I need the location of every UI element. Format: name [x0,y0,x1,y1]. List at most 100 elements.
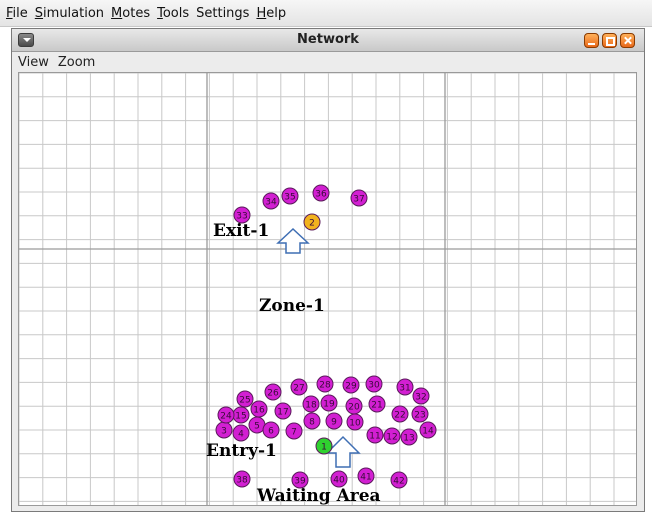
mote-29[interactable]: 29 [342,376,360,394]
mote-19[interactable]: 19 [320,394,338,412]
mote-id-label: 1 [321,443,327,453]
mote-id-label: 17 [277,408,288,418]
mote-36[interactable]: 36 [312,184,330,202]
mote-25[interactable]: 25 [236,390,254,408]
mote-31[interactable]: 31 [396,378,414,396]
entry-arrow-icon [325,435,361,468]
mote-17[interactable]: 17 [274,402,292,420]
network-canvas[interactable]: Exit-1 Zone-1 Entry-1 Waiting Area 2 33 34… [18,72,637,506]
mote-15[interactable]: 15 [232,406,250,424]
mote-id-label: 25 [239,396,250,406]
mote-id-label: 32 [415,393,426,403]
mote-id-label: 8 [309,418,315,428]
mote-10[interactable]: 10 [346,413,364,431]
mote-4[interactable]: 4 [232,424,250,442]
mote-23[interactable]: 23 [411,405,429,423]
mote-id-label: 15 [235,412,246,422]
mote-3[interactable]: 3 [215,421,233,439]
mote-11[interactable]: 11 [366,426,384,444]
mote-id-label: 41 [360,473,371,483]
mote-id-label: 38 [236,476,248,486]
maximize-button[interactable] [602,33,617,48]
mote-39[interactable]: 39 [291,471,309,489]
mote-33[interactable]: 33 [233,206,251,224]
waiting-area-label: Waiting Area [256,486,381,506]
mote-id-label: 4 [238,430,244,440]
mote-id-label: 27 [293,384,304,394]
mote-28[interactable]: 28 [316,375,334,393]
mote-12[interactable]: 12 [383,427,401,445]
mote-id-label: 33 [236,212,247,222]
mote-14[interactable]: 14 [419,421,437,439]
mote-id-label: 16 [253,406,265,416]
mote-id-label: 39 [294,477,306,487]
mote-2[interactable]: 2 [303,213,321,231]
mote-id-label: 18 [305,401,317,411]
mote-7[interactable]: 7 [285,422,303,440]
window-title: Network [297,32,359,47]
mote-id-label: 37 [353,195,364,205]
mote-id-label: 34 [265,198,277,208]
menu-file[interactable]: File [6,6,28,21]
mote-42[interactable]: 42 [390,471,408,489]
mote-id-label: 42 [393,477,404,487]
mote-38[interactable]: 38 [233,470,251,488]
mote-41[interactable]: 41 [357,467,375,485]
mote-id-label: 5 [254,422,260,432]
mote-9[interactable]: 9 [325,412,343,430]
minimize-button[interactable] [584,33,599,48]
mote-40[interactable]: 40 [330,470,348,488]
mote-id-label: 26 [267,389,279,399]
mote-id-label: 29 [345,382,357,392]
mote-id-label: 24 [220,412,232,422]
mote-id-label: 30 [368,381,380,391]
mote-id-label: 21 [371,401,382,411]
mote-37[interactable]: 37 [350,189,368,207]
mote-18[interactable]: 18 [302,395,320,413]
mote-32[interactable]: 32 [412,387,430,405]
mote-id-label: 28 [319,381,331,391]
window-titlebar[interactable]: Network [12,29,644,52]
mote-35[interactable]: 35 [281,187,299,205]
mote-id-label: 12 [386,433,397,443]
mote-24[interactable]: 24 [217,406,235,424]
menu-settings[interactable]: Settings [196,6,249,21]
menu-motes[interactable]: Motes [111,6,150,21]
mote-id-label: 36 [315,190,327,200]
close-button[interactable] [620,33,635,48]
network-window: Network View Zoom Exit-1 Zone-1 Entry-1 … [11,28,645,512]
menu-simulation[interactable]: Simulation [35,6,104,21]
mote-id-label: 9 [331,418,337,428]
mote-26[interactable]: 26 [264,383,282,401]
mote-id-label: 13 [403,434,414,444]
mote-id-label: 11 [369,432,380,442]
network-menubar: View Zoom [12,53,644,72]
menu-tools[interactable]: Tools [157,6,189,21]
menu-help[interactable]: Help [256,6,286,21]
mote-22[interactable]: 22 [391,405,409,423]
menu-zoom[interactable]: Zoom [58,55,95,70]
app-menubar: File Simulation Motes Tools Settings Hel… [0,0,652,27]
mote-6[interactable]: 6 [262,421,280,439]
mote-34[interactable]: 34 [262,192,280,210]
mote-id-label: 6 [268,427,274,437]
mote-id-label: 3 [221,427,227,437]
mote-8[interactable]: 8 [303,412,321,430]
mote-1[interactable]: 1 [315,437,333,455]
exit-label: Exit-1 [213,221,269,241]
mote-20[interactable]: 20 [345,397,363,415]
zone-label: Zone-1 [259,296,325,316]
mote-13[interactable]: 13 [400,428,418,446]
entry-label: Entry-1 [206,441,277,461]
mote-30[interactable]: 30 [365,375,383,393]
mote-id-label: 35 [284,193,295,203]
menu-view[interactable]: View [18,55,49,70]
mote-21[interactable]: 21 [368,395,386,413]
mote-id-label: 2 [309,219,315,229]
mote-27[interactable]: 27 [290,378,308,396]
mote-id-label: 7 [291,428,297,438]
mote-id-label: 20 [348,403,360,413]
mote-id-label: 40 [333,476,345,486]
network-view[interactable]: Exit-1 Zone-1 Entry-1 Waiting Area 23334… [19,73,637,506]
mote-16[interactable]: 16 [250,400,268,418]
